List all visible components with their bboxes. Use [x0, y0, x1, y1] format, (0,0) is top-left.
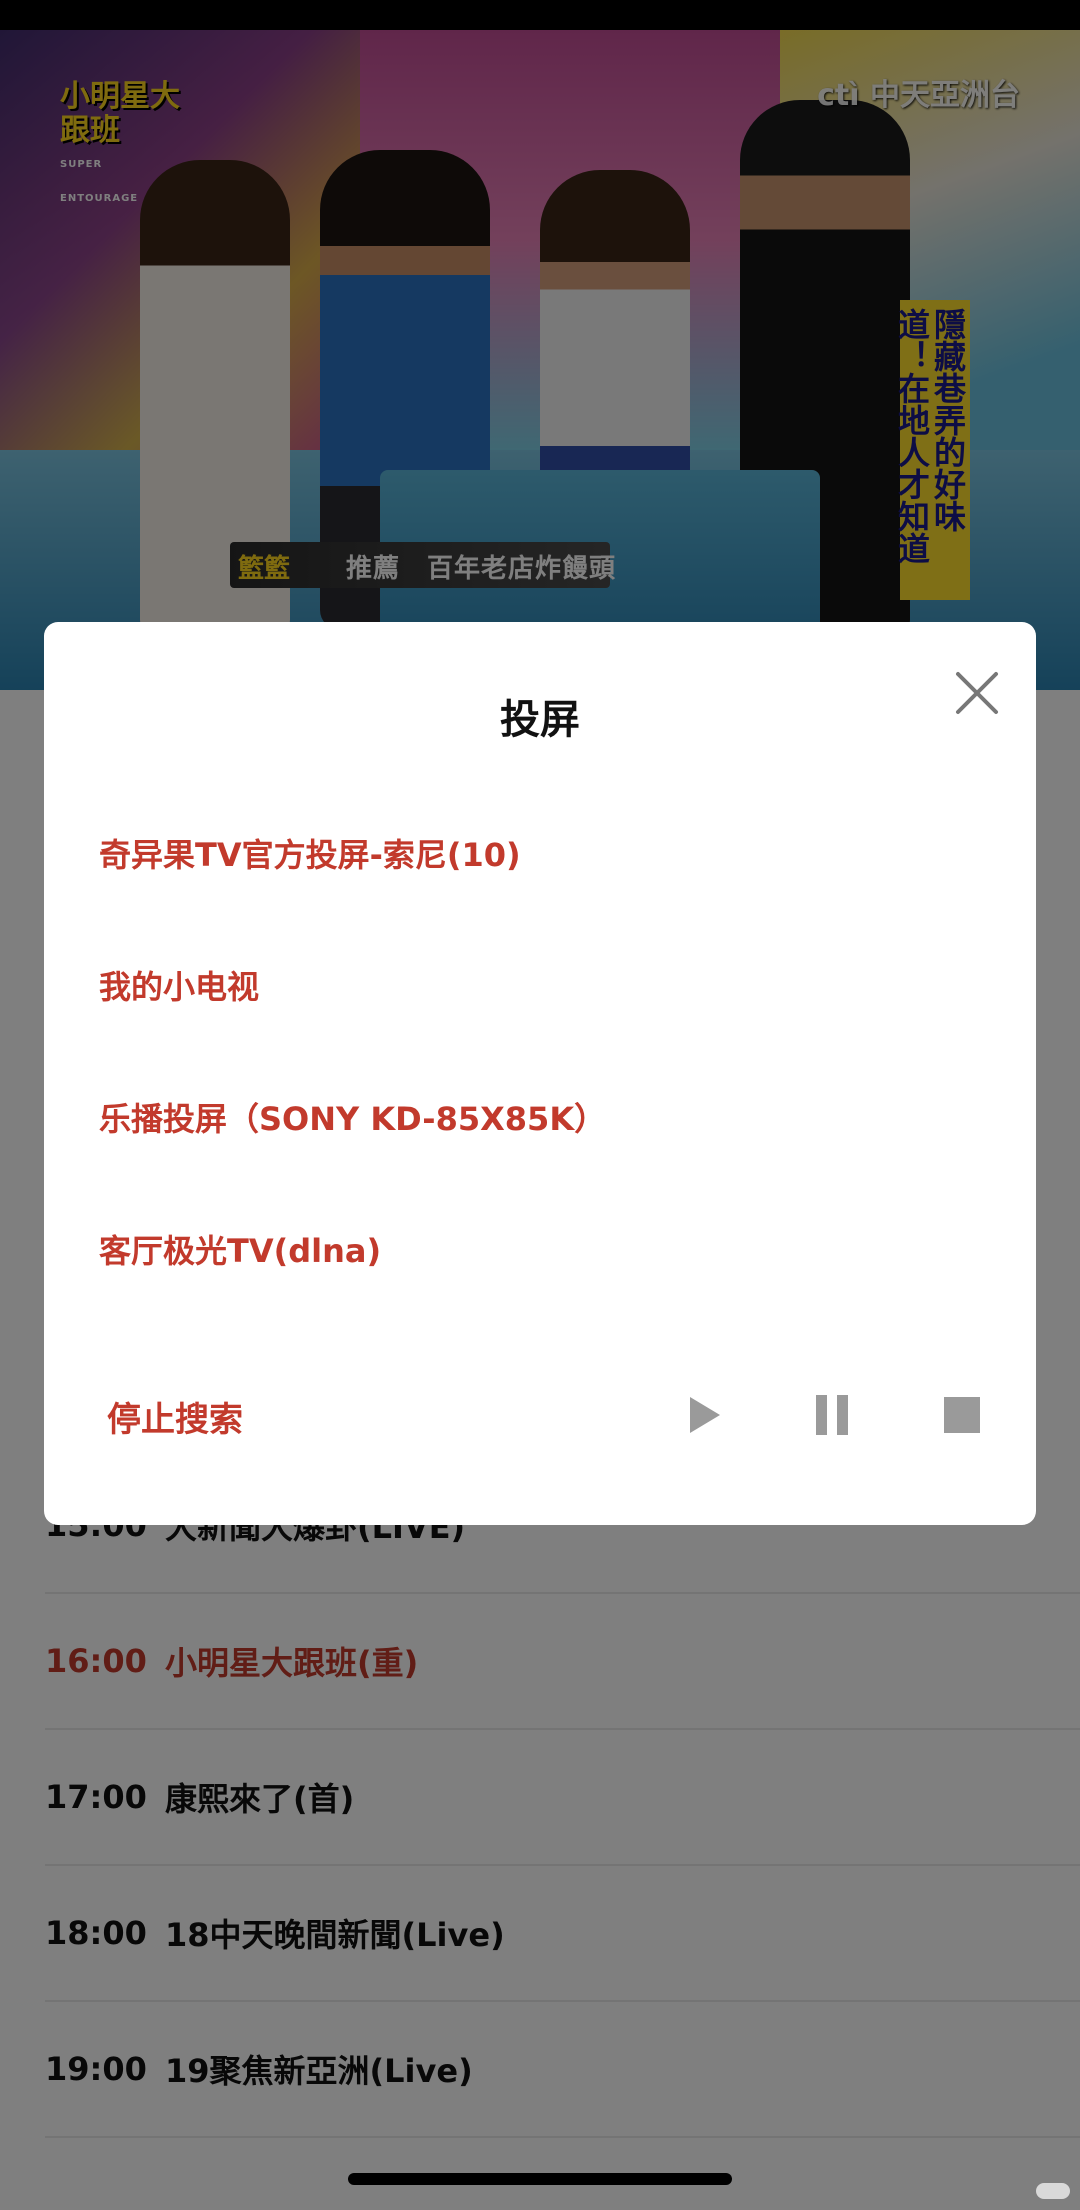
close-icon — [956, 672, 998, 714]
cast-device-item[interactable]: 客厅极光TV(dlna) — [99, 1206, 979, 1296]
dialog-title: 投屏 — [500, 697, 580, 743]
watermark-badge — [1036, 2183, 1070, 2199]
play-icon — [690, 1397, 720, 1433]
stop-button[interactable] — [934, 1387, 990, 1443]
cast-device-item[interactable]: 我的小电视 — [99, 942, 979, 1032]
cast-device-item[interactable]: 奇异果TV官方投屏-索尼(10) — [99, 810, 979, 900]
play-button[interactable] — [674, 1387, 730, 1443]
stop-icon — [944, 1397, 980, 1433]
stop-search-button[interactable]: 停止搜索 — [107, 1392, 243, 1441]
cast-dialog: 投屏 奇异果TV官方投屏-索尼(10) 我的小电视 乐播投屏（SONY KD-8… — [44, 622, 1036, 1525]
pause-button[interactable] — [804, 1387, 860, 1443]
home-indicator[interactable] — [348, 2173, 732, 2185]
close-button[interactable] — [944, 660, 1010, 726]
cast-device-item[interactable]: 乐播投屏（SONY KD-85X85K） — [99, 1074, 979, 1164]
pause-icon — [816, 1395, 848, 1435]
